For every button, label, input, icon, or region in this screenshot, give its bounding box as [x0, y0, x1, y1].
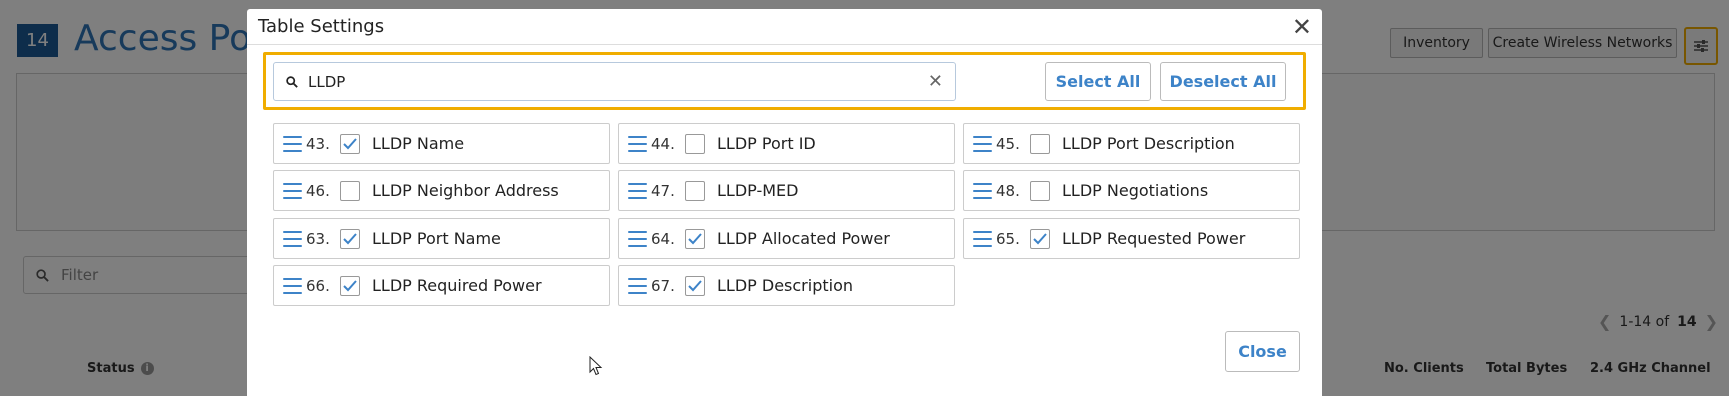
search-icon — [286, 75, 298, 88]
item-number: 43. — [306, 134, 330, 153]
item-label: LLDP Name — [372, 134, 465, 153]
item-checkbox[interactable] — [685, 180, 705, 201]
drag-handle-icon[interactable] — [628, 135, 647, 152]
list-item[interactable]: 44. LLDP Port ID — [618, 123, 955, 164]
item-label: LLDP Requested Power — [1062, 229, 1246, 248]
drag-handle-icon[interactable] — [283, 135, 302, 152]
item-label: LLDP Description — [717, 276, 854, 295]
dialog-title: Table Settings — [258, 16, 385, 37]
item-label: LLDP Port Name — [372, 229, 501, 248]
item-label: LLDP Negotiations — [1062, 181, 1209, 200]
item-label: LLDP Required Power — [372, 276, 542, 295]
list-item[interactable]: 65. LLDP Requested Power — [963, 218, 1300, 259]
item-checkbox[interactable] — [340, 275, 360, 296]
drag-handle-icon[interactable] — [628, 277, 647, 294]
list-item[interactable]: 48. LLDP Negotiations — [963, 170, 1300, 211]
drag-handle-icon[interactable] — [283, 230, 302, 247]
drag-handle-icon[interactable] — [973, 230, 992, 247]
item-number: 63. — [306, 229, 330, 248]
dialog-header: Table Settings ✕ — [247, 9, 1322, 45]
list-item[interactable]: 66. LLDP Required Power — [273, 265, 610, 306]
item-label: LLDP-MED — [717, 181, 799, 200]
clear-search-icon[interactable]: ✕ — [928, 71, 943, 92]
item-label: LLDP Port ID — [717, 134, 816, 153]
list-item[interactable]: 64. LLDP Allocated Power — [618, 218, 955, 259]
search-toolbar: LLDP ✕ Select All Deselect All — [263, 52, 1306, 110]
list-item[interactable]: 63. LLDP Port Name — [273, 218, 610, 259]
drag-handle-icon[interactable] — [283, 182, 302, 199]
item-number: 66. — [306, 276, 330, 295]
list-item[interactable]: 43. LLDP Name — [273, 123, 610, 164]
drag-handle-icon[interactable] — [628, 230, 647, 247]
column-search-input[interactable]: LLDP ✕ — [273, 62, 956, 101]
list-item[interactable]: 46. LLDP Neighbor Address — [273, 170, 610, 211]
item-checkbox[interactable] — [340, 228, 360, 249]
item-label: LLDP Allocated Power — [717, 229, 890, 248]
item-number: 65. — [996, 229, 1020, 248]
item-checkbox[interactable] — [685, 275, 705, 296]
list-item[interactable]: 67. LLDP Description — [618, 265, 955, 306]
item-checkbox[interactable] — [1030, 133, 1050, 154]
item-number: 44. — [651, 134, 675, 153]
item-number: 48. — [996, 181, 1020, 200]
item-checkbox[interactable] — [685, 133, 705, 154]
item-number: 64. — [651, 229, 675, 248]
close-button[interactable]: Close — [1225, 331, 1300, 372]
list-item[interactable]: 45. LLDP Port Description — [963, 123, 1300, 164]
close-icon[interactable]: ✕ — [1292, 15, 1312, 39]
item-label: LLDP Neighbor Address — [372, 181, 559, 200]
item-number: 67. — [651, 276, 675, 295]
item-label: LLDP Port Description — [1062, 134, 1235, 153]
item-checkbox[interactable] — [340, 180, 360, 201]
list-item[interactable]: 47. LLDP-MED — [618, 170, 955, 211]
item-number: 47. — [651, 181, 675, 200]
item-checkbox[interactable] — [685, 228, 705, 249]
item-checkbox[interactable] — [1030, 180, 1050, 201]
select-all-button[interactable]: Select All — [1045, 62, 1151, 101]
item-checkbox[interactable] — [1030, 228, 1050, 249]
table-settings-dialog: Table Settings ✕ LLDP ✕ Select All Desel… — [247, 9, 1322, 396]
drag-handle-icon[interactable] — [628, 182, 647, 199]
item-number: 46. — [306, 181, 330, 200]
mouse-cursor-icon — [589, 356, 603, 376]
item-checkbox[interactable] — [340, 133, 360, 154]
deselect-all-button[interactable]: Deselect All — [1160, 62, 1286, 101]
drag-handle-icon[interactable] — [973, 182, 992, 199]
item-number: 45. — [996, 134, 1020, 153]
drag-handle-icon[interactable] — [973, 135, 992, 152]
search-value: LLDP — [308, 72, 346, 91]
drag-handle-icon[interactable] — [283, 277, 302, 294]
